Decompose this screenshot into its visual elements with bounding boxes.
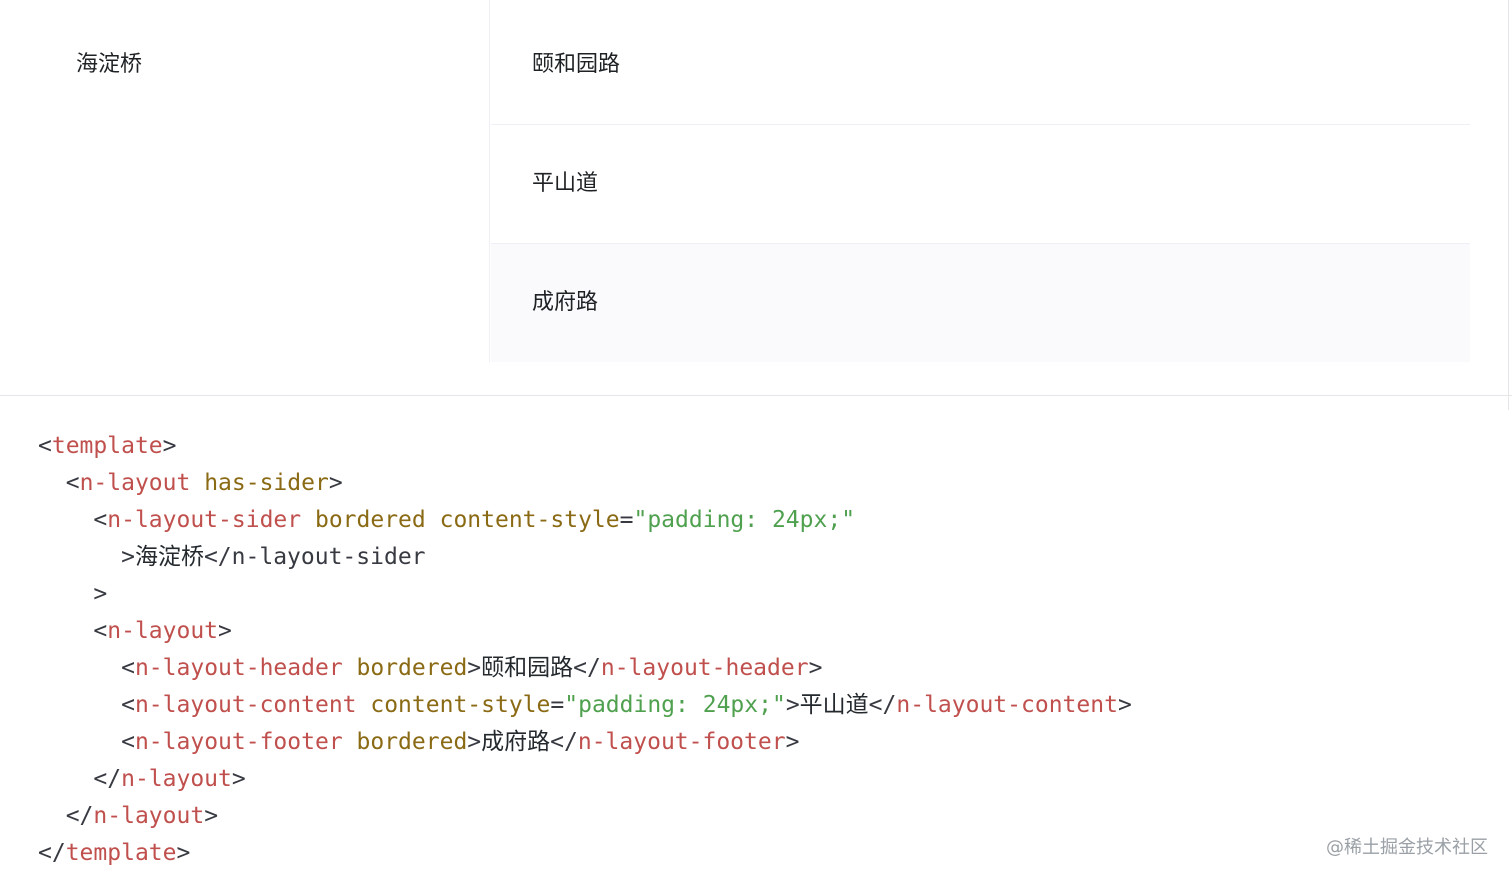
code-token-tag: n-layout-header [600,655,809,681]
header-text: 颐和园路 [532,52,621,77]
code-token-punct [38,803,66,829]
code-token-attr: has-sider [190,470,329,496]
code-token-punct: > [328,470,343,496]
code-token-tag: n-layout-header [134,655,343,681]
code-token-punct: = [619,507,634,533]
code-token-text: 颐和园路 [481,655,574,681]
code-token-tag: n-layout-footer [134,729,343,755]
code-line: <template> [38,428,1132,465]
code-line: <n-layout-footer bordered>成府路</n-layout-… [38,724,1132,761]
code-token-attr: content-style [356,692,551,718]
code-token-punct: </ [38,840,66,866]
code-token-attr: bordered [342,655,468,681]
code-token-punct: > [204,803,219,829]
inner-layout: 颐和园路 平山道 成府路 [491,0,1470,362]
code-line: >海淀桥</n-layout-sider [38,539,1132,576]
code-token-punct: > [93,581,108,607]
code-token-punct: > [467,729,482,755]
code-token-punct: > [121,544,135,570]
code-token-punct: </ [65,803,94,829]
code-token-tag: template [51,433,163,459]
footer-text: 成府路 [532,290,599,315]
code-token-punct [38,470,66,496]
code-token-tag: n-layout [121,766,232,792]
code-token-punct: < [93,618,108,644]
code-token-punct [38,544,121,570]
code-token-attr: bordered [301,507,426,533]
code-line: > [38,576,1132,613]
content-text: 平山道 [532,171,599,196]
layout-demo: 海淀桥 颐和园路 平山道 成府路 [0,0,1470,362]
code-line: </n-layout> [38,798,1132,835]
code-token-punct: > [231,766,246,792]
code-line: <n-layout-sider bordered content-style="… [38,502,1132,539]
code-token-text: 成府路 [481,729,551,755]
code-line: <n-layout has-sider> [38,465,1132,502]
code-token-punct [38,729,121,755]
code-token-str: "padding: 24px;" [633,507,856,533]
code-token-punct: > [218,618,232,644]
code-token-punct: > [1117,692,1132,718]
code-token-attr: content-style [425,507,620,533]
code-token-punct [38,507,93,533]
code-token-punct [38,655,121,681]
code-token-tag: n-layout-footer [577,729,786,755]
sider-text: 海淀桥 [76,52,143,77]
code-token-text: 海淀桥 [134,544,204,570]
code-line: <n-layout> [38,613,1132,650]
code-line: <n-layout-header bordered>颐和园路</n-layout… [38,650,1132,687]
code-token-punct: < [121,692,135,718]
code-token-punct: </ [93,766,122,792]
code-block: <template> <n-layout has-sider> <n-layou… [38,428,1132,872]
demo-divider [0,395,1512,396]
code-token-tag: n-layout-sider [107,507,302,533]
layout-sider: 海淀桥 [0,0,490,362]
code-token-tag: n-layout [107,618,219,644]
code-token-attr: bordered [342,729,468,755]
code-token-punct: > [785,692,800,718]
code-token-tag: n-layout-content [896,692,1118,718]
code-line: <n-layout-content content-style="padding… [38,687,1132,724]
code-token-punct: < [65,470,80,496]
code-token-tag: n-layout [79,470,191,496]
code-token-punct: > [785,729,800,755]
code-token-punct: < [121,655,135,681]
code-token-str: "padding: 24px;" [564,692,786,718]
layout-footer: 成府路 [491,243,1470,362]
code-token-tag: template [65,840,177,866]
code-token-punct: n-layout-sider [231,544,426,570]
code-token-punct: < [38,433,52,459]
layout-content: 平山道 [491,125,1470,243]
code-token-punct: </ [868,692,897,718]
code-token-text: 平山道 [799,692,869,718]
code-token-tag: n-layout-content [134,692,357,718]
code-token-punct: </ [203,544,232,570]
code-token-punct [38,766,93,792]
code-token-punct: > [162,433,177,459]
code-token-punct: < [121,729,135,755]
code-token-punct: > [808,655,823,681]
code-line: </n-layout> [38,761,1132,798]
code-line: </template> [38,835,1132,872]
code-token-punct: </ [573,655,601,681]
code-token-punct [38,618,93,644]
code-token-punct: > [467,655,482,681]
code-token-punct [38,692,121,718]
code-token-tag: n-layout [93,803,205,829]
watermark: @稀土掘金技术社区 [1326,837,1488,858]
code-token-punct: > [176,840,191,866]
scrollbar-edge [1508,0,1509,410]
layout-header: 颐和园路 [491,0,1470,125]
code-token-punct: = [550,692,565,718]
code-token-punct: < [93,507,108,533]
code-token-punct [38,581,93,607]
code-token-punct: </ [550,729,578,755]
